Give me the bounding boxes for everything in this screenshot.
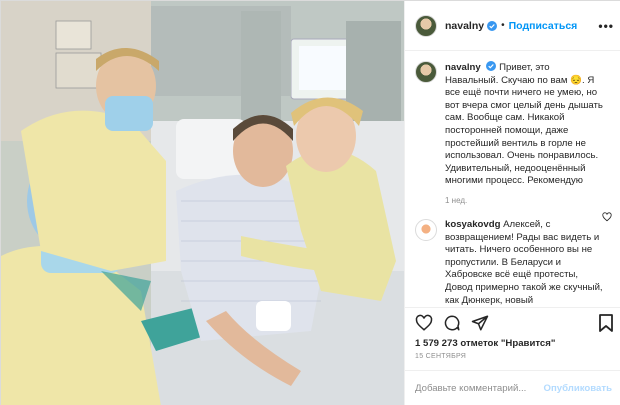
comments-list[interactable]: navalny Привет, это Навальный. Скучаю по… bbox=[405, 51, 620, 307]
comment-like-heart-icon[interactable] bbox=[602, 212, 612, 222]
comment-text: Алексей, с возвращением! Рады вас видеть… bbox=[445, 218, 603, 306]
instagram-post: navalny • Подписаться ••• navalny Привет… bbox=[0, 0, 620, 405]
likes-count[interactable]: 1 579 273 отметок "Нравится" bbox=[415, 338, 555, 349]
post-header: navalny • Подписаться ••• bbox=[405, 1, 620, 51]
follow-button[interactable]: Подписаться bbox=[509, 20, 578, 32]
more-horizontal-icon[interactable]: ••• bbox=[598, 19, 614, 33]
share-icon[interactable] bbox=[471, 314, 489, 332]
bookmark-icon[interactable] bbox=[598, 314, 614, 332]
post-photo[interactable] bbox=[1, 1, 404, 405]
hospital-selfie-illustration bbox=[1, 1, 404, 405]
caption-text-block: navalny Привет, это Навальный. Скучаю по… bbox=[445, 61, 605, 188]
caption-author[interactable]: navalny bbox=[445, 62, 481, 73]
comment-text-block: kosyakovdg Алексей, с возвращением! Рады… bbox=[445, 219, 605, 307]
heart-icon[interactable] bbox=[415, 314, 433, 332]
add-comment-bar: Опубликовать bbox=[405, 370, 620, 405]
separator-dot: • bbox=[501, 20, 505, 31]
add-comment-input[interactable] bbox=[415, 383, 555, 394]
author-username[interactable]: navalny bbox=[445, 20, 484, 32]
caption-age[interactable]: 1 нед. bbox=[445, 196, 612, 205]
comment-author[interactable]: kosyakovdg bbox=[445, 219, 500, 230]
post-date[interactable]: 15 СЕНТЯБРЯ bbox=[415, 353, 466, 360]
caption-author-avatar[interactable] bbox=[415, 61, 437, 83]
caption: navalny Привет, это Навальный. Скучаю по… bbox=[415, 61, 612, 188]
comment: kosyakovdg Алексей, с возвращением! Рады… bbox=[415, 218, 612, 307]
comment-author-avatar[interactable] bbox=[415, 218, 437, 241]
caption-text: Привет, это Навальный. Скучаю по вам 😔. … bbox=[445, 62, 603, 187]
verified-badge-icon bbox=[487, 20, 498, 31]
author-avatar[interactable] bbox=[415, 14, 437, 37]
post-actions-bar bbox=[405, 307, 620, 337]
comment-icon[interactable] bbox=[443, 314, 461, 332]
verified-badge-icon bbox=[486, 61, 497, 71]
post-side-panel: navalny • Подписаться ••• navalny Привет… bbox=[404, 1, 620, 405]
publish-button[interactable]: Опубликовать bbox=[543, 383, 612, 394]
